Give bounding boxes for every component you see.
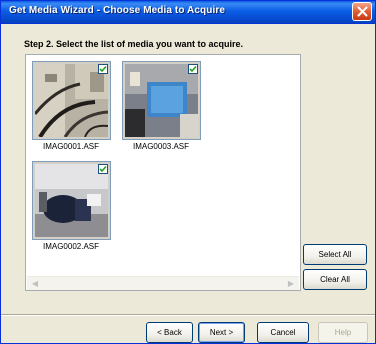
next-button[interactable]: Next > [198,322,245,343]
media-filename: IMAG0002.ASF [42,242,100,251]
media-thumbnail[interactable] [122,61,201,140]
wizard-window: Get Media Wizard - Choose Media to Acqui… [0,0,376,344]
footer-divider [1,314,375,316]
media-filename: IMAG0003.ASF [132,142,190,151]
select-checkbox[interactable] [188,64,198,74]
select-checkbox[interactable] [98,164,108,174]
media-preview-image [35,164,108,237]
check-mark-icon [99,165,107,173]
scroll-left-icon[interactable]: ◀ [28,278,42,290]
media-thumbnail[interactable] [32,61,111,140]
select-all-button[interactable]: Select All [303,244,367,265]
window-title: Get Media Wizard - Choose Media to Acqui… [9,5,225,16]
media-preview-image [35,64,108,137]
select-checkbox[interactable] [98,64,108,74]
help-button[interactable]: Help [318,322,368,343]
back-button-label: Back [164,328,182,337]
check-mark-icon [189,65,197,73]
close-button[interactable] [352,2,372,21]
next-button-label: Next [209,328,227,337]
cancel-button[interactable]: Cancel [257,322,309,343]
back-button[interactable]: < Back [146,322,193,343]
title-bar[interactable]: Get Media Wizard - Choose Media to Acqui… [1,1,375,24]
media-list[interactable]: IMAG0001.ASF IMAG0003.ASF IMAG0002.ASF ◀… [25,54,301,291]
clear-all-button[interactable]: Clear All [303,269,367,290]
close-icon [357,6,368,17]
step-instruction: Step 2. Select the list of media you wan… [24,39,244,49]
horizontal-scrollbar[interactable]: ◀ ▶ [27,276,299,290]
scroll-right-icon[interactable]: ▶ [284,278,298,290]
media-thumbnail[interactable] [32,161,111,240]
media-preview-image [125,64,198,137]
media-filename: IMAG0001.ASF [42,142,100,151]
check-mark-icon [99,65,107,73]
